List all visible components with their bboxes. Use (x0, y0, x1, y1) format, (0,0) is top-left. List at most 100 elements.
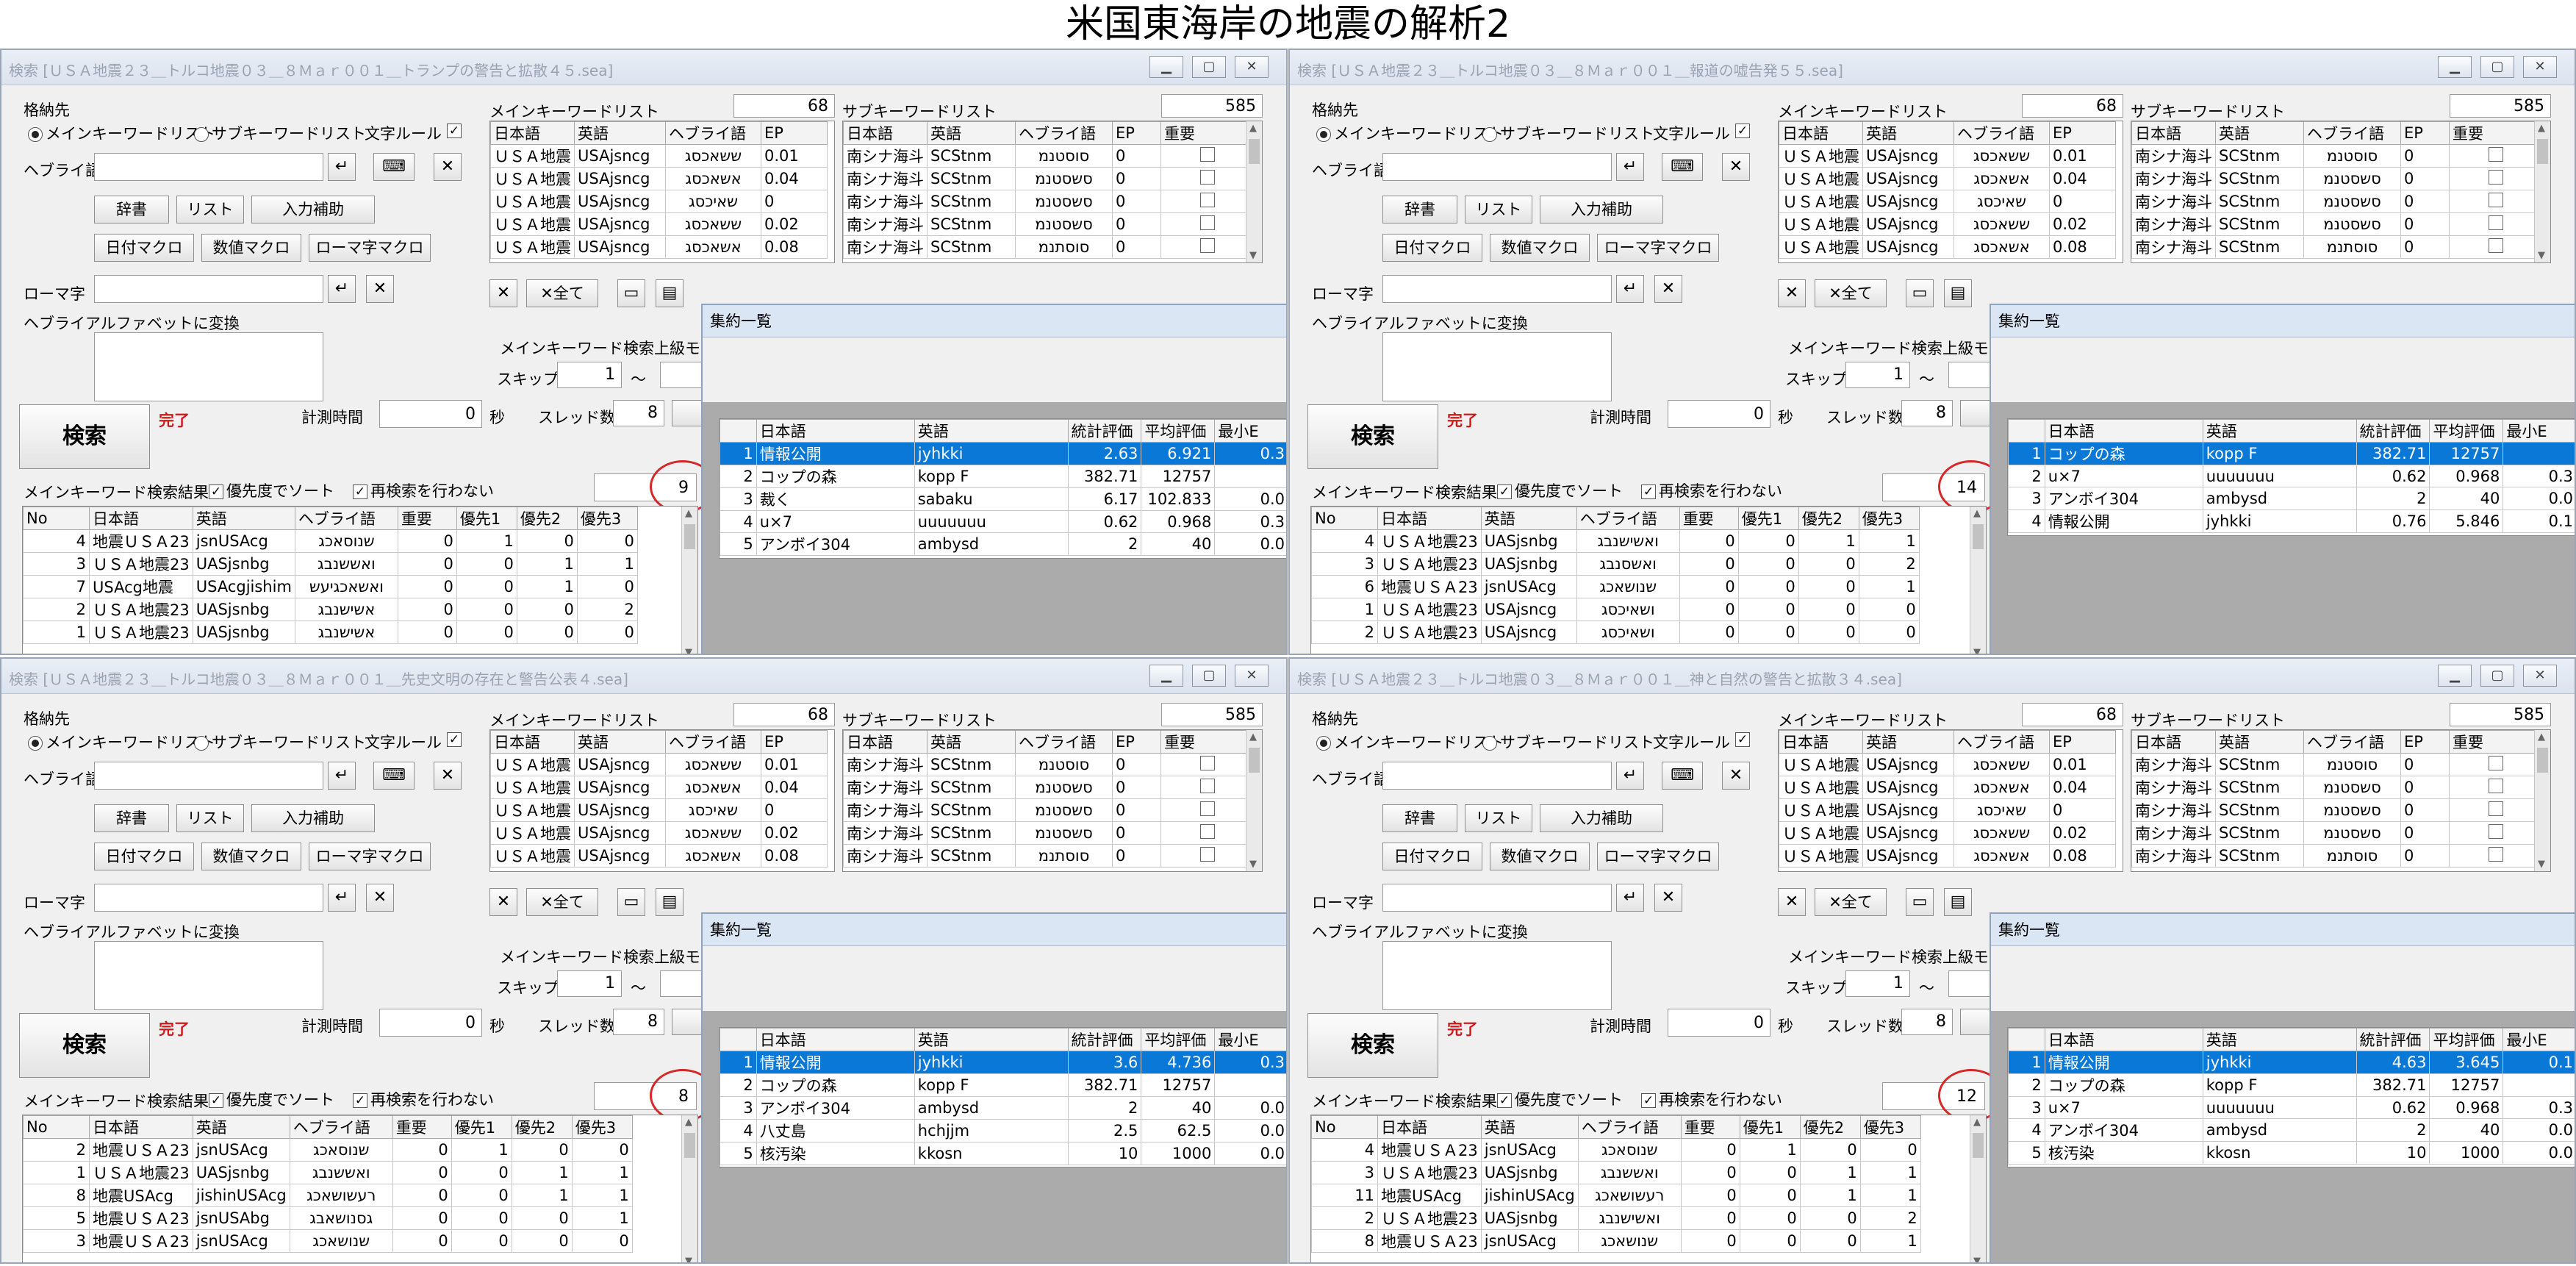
table-row[interactable]: 1 情報公開 jyhkki 3.6 4.736 0.3 (720, 1051, 1286, 1074)
no-research-checkbox[interactable]: ✓ 再検索を行わない (1641, 1088, 1782, 1110)
skip-end-input[interactable] (660, 970, 704, 997)
clear-x-icon[interactable]: ✕ (434, 153, 462, 181)
char-rule-checkbox[interactable]: ✓ (1735, 732, 1750, 747)
table-row[interactable]: 3 裁く sabaku 6.17 102.833 0.0 (720, 487, 1286, 511)
minimize-button[interactable]: ▁ (1149, 665, 1183, 687)
sub-keyword-table[interactable]: 日本語 英語 ヘブライ語 EP 重要 南シナ海斗 SCStnm סוסטנמ 0 南シナ海斗 SCS… (842, 729, 1263, 872)
table-row[interactable]: ＵＳＡ地震 USAjsncg אשאכסג 0.04 (490, 776, 828, 799)
table-row[interactable]: 南シナ海斗 SCStnm סשסטנמ 0 (2131, 212, 2542, 236)
romaji-input[interactable] (94, 884, 323, 912)
window-icon[interactable]: ▭ (1906, 888, 1934, 916)
close-button[interactable]: ✕ (1235, 665, 1269, 687)
clear-all-button[interactable]: ✕全て (526, 888, 598, 916)
table-row[interactable]: ＵＳＡ地震 USAjsncg ששאכסג 0.02 (490, 212, 828, 236)
skip-input[interactable]: 1 (557, 970, 622, 997)
radio-main-keyword[interactable]: メインキーワードリスト (28, 122, 215, 144)
summary-window[interactable]: 集約一覧 日本語 英語 統計評価 平均評価 最小E 1 情報公開 jyhkki 3.6 4.736 0… (701, 912, 1286, 1262)
window-icon[interactable]: ▭ (617, 888, 645, 916)
scrollbar[interactable] (1970, 507, 1986, 654)
results-table[interactable]: No 日本語 英語 ヘブライ語 重要 優先1 優先2 優先3 2 地震ＵＳＡ23 jsnUSAcg ש… (22, 1115, 698, 1262)
input-assist-button[interactable]: 入力補助 (251, 196, 375, 223)
scrollbar[interactable] (1970, 1115, 1986, 1262)
table-row[interactable]: ＵＳＡ地震 USAjsncg ששאכסג 0.02 (1779, 821, 2116, 845)
table-row[interactable]: 南シナ海斗 SCStnm סשסטנמ 0 (2131, 167, 2542, 190)
char-rule-checkbox[interactable]: ✓ (447, 124, 462, 138)
important-checkbox[interactable] (1160, 844, 1254, 868)
radio-sub-keyword[interactable]: サブキーワードリスト (1482, 731, 1654, 753)
radio-main-keyword[interactable]: メインキーワードリスト (1316, 731, 1504, 753)
table-row[interactable]: 南シナ海斗 SCStnm סשסטנמ 0 (843, 167, 1254, 190)
table-row[interactable]: ＵＳＡ地震 USAjsncg אשאכסג 0.08 (1779, 235, 2116, 259)
keyboard-icon[interactable]: ⌨ (373, 762, 415, 790)
romaji-input[interactable] (94, 275, 323, 303)
thread-input[interactable]: 8 (1901, 400, 1953, 426)
clear-x-icon[interactable]: ✕ (434, 762, 462, 790)
table-row[interactable]: 5 地震ＵＳＡ23 jsnUSAbg גסנושאבג 0 0 0 1 (23, 1206, 633, 1230)
minimize-button[interactable]: ▁ (2438, 56, 2472, 78)
main-keyword-table[interactable]: 日本語 英語 ヘブライ語 EP ＵＳＡ地震 USAjsncg ששאכסג 0.01 ＵＳＡ地震… (1778, 729, 2123, 872)
date-macro-button[interactable]: 日付マクロ (1382, 843, 1482, 870)
window-icon[interactable]: ▭ (617, 279, 645, 307)
thread-input[interactable]: 8 (613, 400, 664, 426)
close-button[interactable]: ✕ (2523, 665, 2557, 687)
scrollbar[interactable] (2534, 730, 2550, 871)
radio-main-keyword[interactable]: メインキーワードリスト (1316, 122, 1504, 144)
skip-end-input[interactable] (1948, 970, 1992, 997)
scrollbar-thumb[interactable] (684, 1133, 695, 1158)
scrollbar[interactable] (681, 507, 697, 654)
sort-priority-checkbox[interactable]: ✓ 優先度でソート (209, 1088, 334, 1110)
document-icon[interactable]: ▤ (656, 888, 684, 916)
clear-x-icon[interactable]: ✕ (1722, 153, 1750, 181)
dict-button[interactable]: 辞書 (94, 196, 169, 223)
skip-end-input[interactable] (1948, 362, 1992, 388)
table-row[interactable]: ＵＳＡ地震 USAjsncg שאיכסג 0 (1779, 798, 2116, 822)
document-icon[interactable]: ▤ (656, 279, 684, 307)
romaji-macro-button[interactable]: ローマ字マクロ (309, 234, 431, 262)
enter-icon[interactable]: ↵ (1616, 762, 1644, 790)
table-row[interactable]: 4 地震ＵＳＡ23 jsnUSAcg שנוסאכג 0 1 0 0 (23, 529, 638, 553)
date-macro-button[interactable]: 日付マクロ (94, 234, 194, 262)
close-button[interactable]: ✕ (2523, 56, 2557, 78)
main-keyword-table[interactable]: 日本語 英語 ヘブライ語 EP ＵＳＡ地震 USAjsncg ששאכסג 0.01 ＵＳＡ地震… (489, 121, 835, 263)
no-research-checkbox[interactable]: ✓ 再検索を行わない (1641, 479, 1782, 501)
summary-table[interactable]: 日本語 英語 統計評価 平均評価 最小E 1 情報公開 jyhkki 2.63 6.921 0.3 2… (719, 418, 1286, 559)
hebrew-input[interactable] (94, 153, 323, 181)
table-row[interactable]: 南シナ海斗 SCStnm סשסטנמ 0 (843, 798, 1254, 822)
summary-window[interactable]: 集約一覧 日本語 英語 統計評価 平均評価 最小E 1 情報公開 jyhkki 4.63 3.645… (1990, 912, 2575, 1262)
table-row[interactable]: 8 地震ＵＳＡ23 jsnUSAcg שנושאכג 0 0 0 1 (1311, 1229, 1921, 1253)
table-row[interactable]: 6 地震ＵＳＡ23 jsnUSAcg שנושאכג 0 0 0 1 (1311, 575, 1920, 598)
table-row[interactable]: 4 情報公開 jyhkki 0.76 5.846 0.1 (2008, 509, 2575, 533)
skip-input[interactable]: 1 (1845, 970, 1910, 997)
list-button[interactable]: リスト (1465, 804, 1532, 832)
list-button[interactable]: リスト (1465, 196, 1532, 223)
window-icon[interactable]: ▭ (1906, 279, 1934, 307)
summary-table[interactable]: 日本語 英語 統計評価 平均評価 最小E 1 情報公開 jyhkki 4.63 3.645 0.1 2… (2007, 1027, 2575, 1167)
table-row[interactable]: ＵＳＡ地震 USAjsncg אשאכסג 0.08 (1779, 844, 2116, 868)
sort-priority-checkbox[interactable]: ✓ 優先度でソート (1497, 479, 1623, 501)
table-row[interactable]: 2 ＵＳＡ地震23 UASjsnbg ואשישנבג 0 0 0 2 (1311, 1206, 1921, 1230)
table-row[interactable]: 2 u×7 uuuuuuu 0.62 0.968 0.3 (2008, 465, 2575, 487)
table-row[interactable]: ＵＳＡ地震 USAjsncg אשאכסג 0.08 (490, 844, 828, 868)
enter-icon[interactable]: ↵ (328, 884, 356, 912)
dict-button[interactable]: 辞書 (1382, 804, 1457, 832)
table-row[interactable]: 南シナ海斗 SCStnm סוסתנמ 0 (843, 844, 1254, 868)
main-keyword-table[interactable]: 日本語 英語 ヘブライ語 EP ＵＳＡ地震 USAjsncg ששאכסג 0.01 ＵＳＡ地震… (1778, 121, 2123, 263)
table-row[interactable]: 南シナ海斗 SCStnm סשסטנמ 0 (2131, 821, 2542, 845)
romaji-input[interactable] (1382, 884, 1612, 912)
important-checkbox[interactable] (2449, 144, 2542, 168)
results-table[interactable]: No 日本語 英語 ヘブライ語 重要 優先1 優先2 優先3 4 地震ＵＳＡ23 jsnUSAcg ש… (1310, 1115, 1987, 1262)
table-row[interactable]: 南シナ海斗 SCStnm סשסטנמ 0 (843, 776, 1254, 799)
char-rule-checkbox[interactable]: ✓ (1735, 124, 1750, 138)
table-row[interactable]: 5 核汚染 kkosn 10 1000 0.0 (720, 1142, 1286, 1165)
sub-keyword-table[interactable]: 日本語 英語 ヘブライ語 EP 重要 南シナ海斗 SCStnm סוסטנמ 0 南シナ海斗 SCS… (2131, 729, 2551, 872)
scrollbar[interactable] (681, 1115, 697, 1262)
clear-x-icon[interactable]: ✕ (1654, 884, 1682, 912)
table-row[interactable]: ＵＳＡ地震 USAjsncg ששאכסג 0.02 (1779, 212, 2116, 236)
table-row[interactable]: ＵＳＡ地震 USAjsncg ששאכסג 0.01 (1779, 144, 2116, 168)
table-row[interactable]: 4 八丈島 hchjjm 2.5 62.5 0.0 (720, 1119, 1286, 1142)
table-row[interactable]: ＵＳＡ地震 USAjsncg שאיכסג 0 (1779, 190, 2116, 213)
skip-input[interactable]: 1 (1845, 362, 1910, 388)
keyboard-icon[interactable]: ⌨ (373, 153, 415, 181)
thread-input[interactable]: 8 (1901, 1009, 1953, 1035)
table-row[interactable]: 3 ＵＳＡ地震23 UASjsnbg ואשסנבג 0 0 0 2 (1311, 552, 1920, 576)
